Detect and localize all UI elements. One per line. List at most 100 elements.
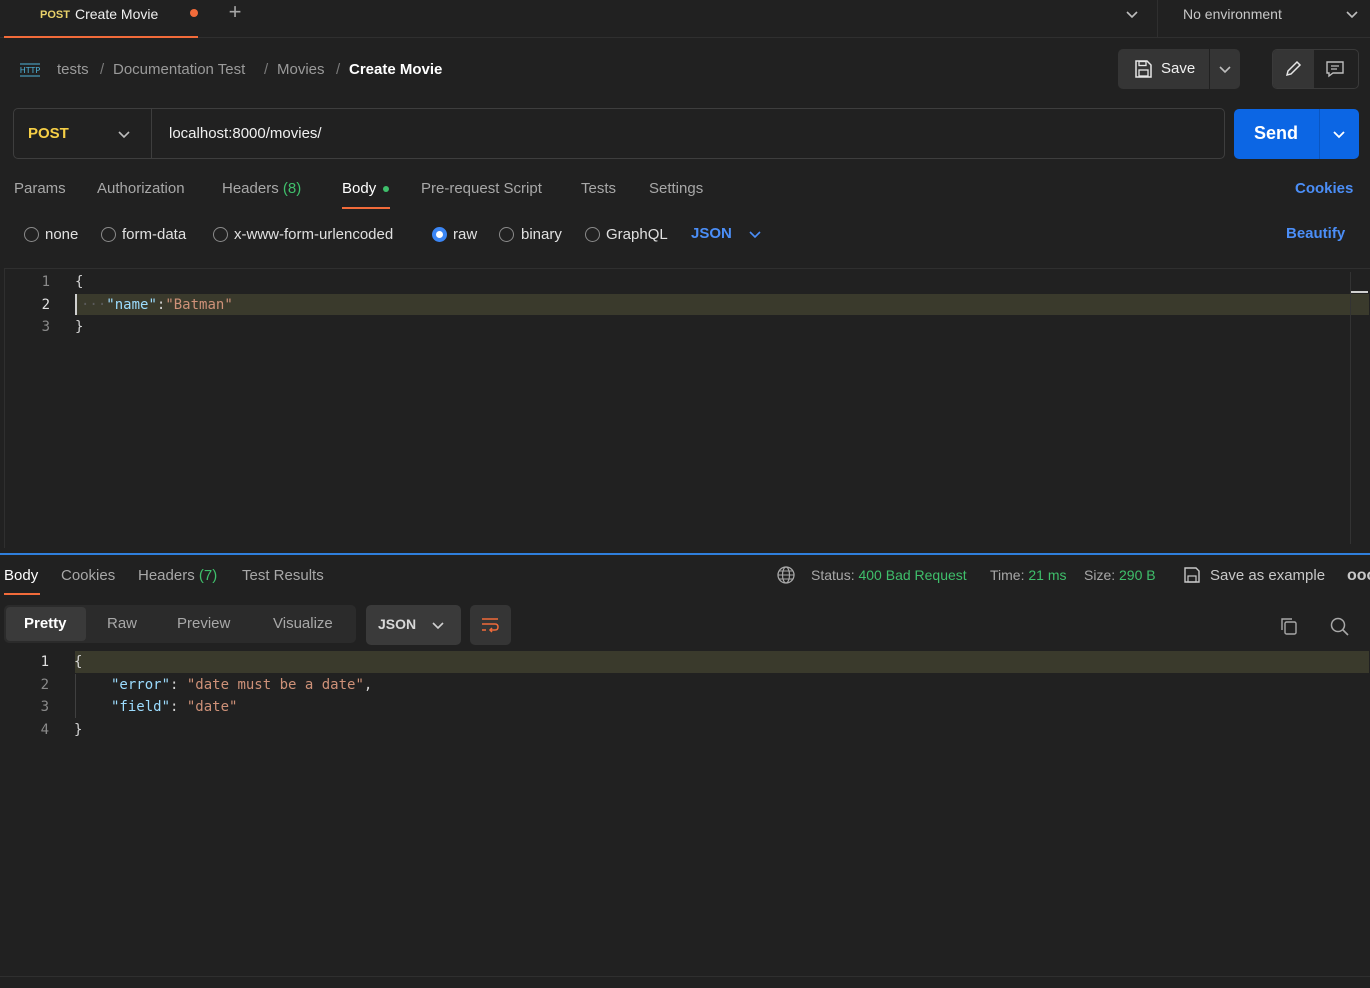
- json-key: "error": [111, 677, 171, 693]
- radio-graphql-label[interactable]: GraphQL: [606, 226, 668, 243]
- text-caret: [75, 294, 77, 315]
- view-mode-pretty[interactable]: Pretty: [24, 615, 67, 632]
- radio-raw-label[interactable]: raw: [453, 226, 477, 243]
- radio-none[interactable]: [24, 227, 39, 242]
- code-brace: }: [75, 319, 84, 335]
- breadcrumb-separator: /: [336, 61, 341, 78]
- globe-icon[interactable]: [776, 565, 796, 585]
- send-button-label[interactable]: Send: [1254, 123, 1298, 144]
- panel-resize-handle[interactable]: [0, 553, 1370, 555]
- wrap-lines-icon[interactable]: [479, 614, 501, 636]
- chevron-down-icon[interactable]: [429, 616, 447, 634]
- code-line: "error": "date must be a date",: [111, 677, 373, 693]
- chevron-down-icon[interactable]: [114, 124, 134, 144]
- line-number: 4: [40, 722, 49, 738]
- response-tab-headers-label: Headers: [138, 567, 195, 584]
- radio-none-label[interactable]: none: [45, 226, 78, 243]
- floppy-disk-icon[interactable]: [1132, 58, 1154, 80]
- breadcrumb-item-tests[interactable]: tests: [57, 61, 89, 78]
- response-tab-body[interactable]: Body: [4, 567, 38, 584]
- radio-raw[interactable]: [432, 227, 447, 242]
- radio-form-data[interactable]: [101, 227, 116, 242]
- status-bar: [0, 976, 1370, 988]
- active-tab-underline: [342, 207, 390, 209]
- size-label: Size:: [1084, 567, 1116, 583]
- breadcrumb-current[interactable]: Create Movie: [349, 61, 442, 78]
- view-mode-raw[interactable]: Raw: [107, 615, 137, 632]
- response-time: Time: 21 ms: [990, 567, 1067, 583]
- chevron-down-icon[interactable]: [1122, 4, 1142, 24]
- response-tab-test-results[interactable]: Test Results: [242, 567, 324, 584]
- floppy-disk-icon[interactable]: [1182, 565, 1202, 585]
- tab-settings[interactable]: Settings: [649, 180, 703, 197]
- tab-pre-request-script[interactable]: Pre-request Script: [421, 180, 542, 197]
- chevron-down-icon[interactable]: [1329, 124, 1349, 144]
- request-tab[interactable]: POST Create Movie: [4, 0, 198, 38]
- more-options-icon[interactable]: ooo: [1347, 567, 1370, 585]
- chevron-down-icon[interactable]: [1215, 59, 1235, 79]
- code-line: "field": "date": [111, 699, 238, 715]
- response-status: Status: 400 Bad Request: [811, 567, 967, 583]
- radio-binary-label[interactable]: binary: [521, 226, 562, 243]
- chevron-down-icon[interactable]: [746, 225, 764, 243]
- scrollbar[interactable]: [1350, 272, 1368, 544]
- tab-method-label: POST: [40, 9, 70, 21]
- radio-form-data-label[interactable]: form-data: [122, 226, 186, 243]
- comment-icon[interactable]: [1324, 58, 1346, 80]
- status-value: 400 Bad Request: [858, 567, 967, 583]
- divider: [1157, 0, 1158, 38]
- tab-bar: [0, 0, 1370, 38]
- cookies-link[interactable]: Cookies: [1295, 180, 1353, 197]
- method-selector[interactable]: POST: [28, 125, 69, 142]
- divider: [1209, 49, 1210, 89]
- tab-headers[interactable]: Headers (8): [222, 180, 301, 197]
- new-tab-icon[interactable]: +: [224, 1, 246, 24]
- line-number: 1: [41, 274, 50, 290]
- radio-urlencoded[interactable]: [213, 227, 228, 242]
- breadcrumb-item-movies[interactable]: Movies: [277, 61, 325, 78]
- json-value: "Batman": [165, 297, 233, 313]
- radio-binary[interactable]: [499, 227, 514, 242]
- radio-urlencoded-label[interactable]: x-www-form-urlencoded: [234, 226, 393, 243]
- tab-authorization[interactable]: Authorization: [97, 180, 185, 197]
- response-size: Size: 290 B: [1084, 567, 1156, 583]
- copy-icon[interactable]: [1278, 615, 1300, 637]
- code-brace: }: [74, 722, 83, 738]
- breadcrumb-separator: /: [100, 61, 105, 78]
- response-format-label[interactable]: JSON: [378, 616, 416, 632]
- svg-text:HTTP: HTTP: [20, 66, 41, 75]
- chevron-down-icon[interactable]: [1342, 4, 1362, 24]
- tab-tests[interactable]: Tests: [581, 180, 616, 197]
- divider: [151, 109, 152, 158]
- line-number: 3: [40, 699, 49, 715]
- save-as-example-button[interactable]: Save as example: [1210, 567, 1325, 584]
- search-icon[interactable]: [1328, 615, 1350, 637]
- beautify-button[interactable]: Beautify: [1286, 225, 1345, 242]
- response-tab-cookies[interactable]: Cookies: [61, 567, 115, 584]
- view-mode-preview[interactable]: Preview: [177, 615, 230, 632]
- status-label: Status:: [811, 567, 855, 583]
- view-mode-visualize[interactable]: Visualize: [273, 615, 333, 632]
- environment-selector[interactable]: No environment: [1183, 6, 1282, 22]
- code-line: ···"name":"Batman": [81, 297, 233, 313]
- json-value: "date": [186, 699, 238, 715]
- breadcrumb-separator: /: [264, 61, 269, 78]
- url-input[interactable]: localhost:8000/movies/: [169, 125, 322, 142]
- json-key: "name": [106, 297, 157, 313]
- code-brace: {: [74, 654, 83, 670]
- body-indicator-dot: [383, 186, 389, 192]
- http-icon: HTTP: [20, 63, 41, 77]
- tab-body[interactable]: Body: [342, 180, 376, 197]
- current-line-highlight: [75, 294, 1369, 315]
- save-button[interactable]: Save: [1161, 60, 1195, 77]
- response-tab-headers[interactable]: Headers (7): [138, 567, 217, 584]
- breadcrumb-item-documentation-test[interactable]: Documentation Test: [113, 61, 245, 78]
- pencil-icon[interactable]: [1282, 58, 1304, 80]
- time-label: Time:: [990, 567, 1025, 583]
- scrollbar-thumb[interactable]: [1351, 291, 1368, 293]
- tab-params[interactable]: Params: [14, 180, 66, 197]
- line-number: 2: [41, 297, 50, 313]
- line-number: 3: [41, 319, 50, 335]
- language-selector[interactable]: JSON: [691, 225, 732, 242]
- radio-graphql[interactable]: [585, 227, 600, 242]
